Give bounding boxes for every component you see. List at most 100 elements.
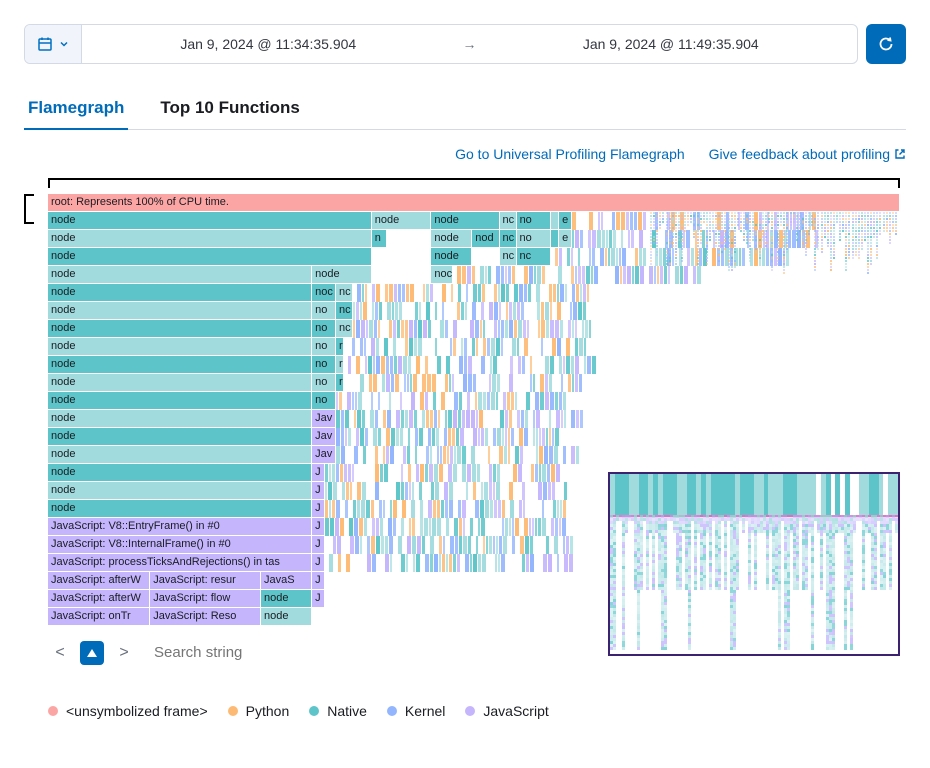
flame-row: nodenocnc (48, 284, 900, 302)
flame-frame[interactable]: n (372, 230, 387, 248)
flame-frame[interactable]: no (312, 356, 336, 374)
legend-dot-unsymbolized (48, 706, 58, 716)
flame-frame[interactable]: r (336, 356, 345, 374)
flame-frame[interactable]: node (431, 230, 472, 248)
date-end[interactable]: Jan 9, 2024 @ 11:49:35.904 (485, 25, 858, 63)
flame-frame[interactable]: e (559, 212, 572, 230)
flame-frame[interactable] (551, 212, 560, 230)
tab-flamegraph[interactable]: Flamegraph (24, 88, 128, 130)
date-range: Jan 9, 2024 @ 11:34:35.904 → Jan 9, 2024… (24, 24, 858, 64)
flame-frame[interactable]: JavaScript: processTicksAndRejections() … (48, 554, 312, 572)
flame-frame[interactable]: J (312, 482, 325, 500)
flame-frame[interactable]: nc (336, 302, 353, 320)
flame-frame[interactable]: JavaScript: afterW (48, 590, 150, 608)
flame-frame[interactable]: node (48, 212, 372, 230)
flame-frame[interactable]: nc (336, 284, 353, 302)
flame-frame[interactable]: JavaScript: onTr (48, 608, 150, 626)
flame-frame[interactable]: node (48, 320, 312, 338)
flame-frame[interactable]: nc (500, 248, 517, 266)
nav-next-button[interactable]: > (112, 641, 136, 665)
legend: <unsymbolized frame> Python Native Kerne… (48, 703, 906, 719)
flame-frame[interactable]: node (431, 212, 499, 230)
flame-frame[interactable]: no (312, 320, 336, 338)
goto-flamegraph-link[interactable]: Go to Universal Profiling Flamegraph (455, 146, 685, 162)
flame-frame[interactable]: JavaS (261, 572, 312, 590)
tab-top10[interactable]: Top 10 Functions (156, 88, 303, 130)
flame-frame[interactable]: node (261, 608, 312, 626)
flame-frame[interactable]: node (48, 392, 312, 410)
flame-row: nodenor (48, 374, 900, 392)
bracket-top (48, 178, 900, 188)
flame-frame[interactable]: node (48, 266, 312, 284)
date-range-picker: Jan 9, 2024 @ 11:34:35.904 → Jan 9, 2024… (24, 24, 906, 64)
flame-frame[interactable]: JavaScript: V8::InternalFrame() in #0 (48, 536, 312, 554)
flame-frame[interactable]: nc (336, 320, 353, 338)
flame-frame[interactable]: JavaScript: V8::EntryFrame() in #0 (48, 518, 312, 536)
legend-dot-python (228, 706, 238, 716)
flame-root[interactable]: root: Represents 100% of CPU time. (48, 194, 900, 212)
flame-frame[interactable] (551, 230, 560, 248)
flame-frame[interactable]: J (312, 572, 325, 590)
flame-frame[interactable]: J (312, 590, 325, 608)
nav-up-button[interactable] (80, 641, 104, 665)
flame-frame[interactable]: J (312, 518, 325, 536)
flame-frame[interactable]: no (312, 374, 336, 392)
flame-frame[interactable]: J (312, 500, 325, 518)
flame-frame[interactable]: JavaScript: Reso (150, 608, 261, 626)
flame-frame[interactable]: node (48, 374, 312, 392)
flame-frame[interactable]: node (48, 428, 312, 446)
flame-frame[interactable]: noc (431, 266, 452, 284)
flame-frame[interactable]: r (336, 374, 345, 392)
flame-row: nodenode noc (48, 266, 900, 284)
flame-frame[interactable]: Jav (312, 446, 336, 464)
legend-unsymbolized: <unsymbolized frame> (48, 703, 208, 719)
flame-frame[interactable]: node (48, 302, 312, 320)
flame-frame[interactable]: JavaScript: resur (150, 572, 261, 590)
legend-native: Native (309, 703, 367, 719)
flame-frame[interactable]: Jav (312, 410, 336, 428)
flame-frame[interactable]: nod (472, 230, 499, 248)
date-start[interactable]: Jan 9, 2024 @ 11:34:35.904 (82, 25, 455, 63)
flame-frame[interactable]: node (48, 248, 372, 266)
flame-frame[interactable]: node (48, 446, 312, 464)
feedback-link[interactable]: Give feedback about profiling (709, 146, 906, 162)
flame-frame[interactable]: no (517, 230, 551, 248)
flame-frame[interactable]: JavaScript: flow (150, 590, 261, 608)
flame-frame[interactable]: J (312, 536, 325, 554)
flame-frame[interactable]: node (312, 266, 372, 284)
flame-frame[interactable]: node (48, 500, 312, 518)
flame-frame[interactable]: node (48, 410, 312, 428)
refresh-button[interactable] (866, 24, 906, 64)
minimap[interactable] (608, 472, 900, 656)
flame-frame[interactable]: no (312, 302, 336, 320)
minimap-top (610, 474, 898, 515)
flame-frame[interactable]: node (48, 482, 312, 500)
flame-frame[interactable]: node (431, 248, 472, 266)
flame-frame[interactable]: e (559, 230, 572, 248)
flame-frame[interactable]: node (261, 590, 312, 608)
flame-frame[interactable]: node (48, 230, 372, 248)
flame-frame[interactable]: J (312, 554, 325, 572)
flame-frame[interactable]: node (48, 356, 312, 374)
nav-prev-button[interactable]: < (48, 641, 72, 665)
calendar-button[interactable] (25, 25, 82, 63)
flame-frame[interactable]: nc (500, 212, 517, 230)
flame-frame[interactable]: node (372, 212, 432, 230)
flame-frame[interactable]: r (336, 338, 345, 356)
flame-frame[interactable]: no (312, 338, 336, 356)
flame-frame[interactable]: no (312, 392, 336, 410)
flame-frame[interactable]: noc (312, 284, 336, 302)
flame-frame[interactable]: nc (500, 230, 517, 248)
flame-row: nodenonc (48, 302, 900, 320)
flame-frame[interactable]: Jav (312, 428, 336, 446)
flame-frame[interactable]: J (312, 464, 325, 482)
flame-frame[interactable]: node (48, 464, 312, 482)
flame-frame[interactable]: nc (517, 248, 551, 266)
flame-frame[interactable]: no (517, 212, 551, 230)
flame-frame[interactable]: JavaScript: afterW (48, 572, 150, 590)
flame-frame[interactable]: node (48, 338, 312, 356)
chevron-down-icon (59, 39, 69, 49)
flamegraph[interactable]: root: Represents 100% of CPU time. noden… (48, 194, 900, 626)
legend-python: Python (228, 703, 290, 719)
flame-frame[interactable]: node (48, 284, 312, 302)
